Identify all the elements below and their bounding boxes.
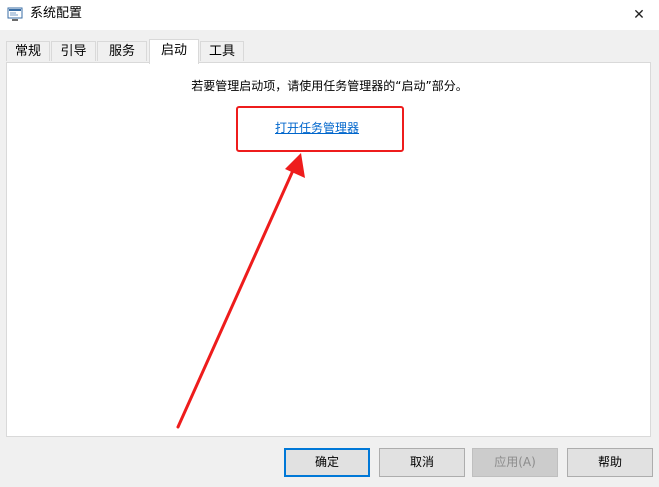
tab-general[interactable]: 常规 (6, 41, 50, 61)
open-task-manager-link[interactable]: 打开任务管理器 (275, 119, 359, 136)
title-bar: 系统配置 ✕ (0, 0, 659, 30)
close-button[interactable]: ✕ (619, 0, 659, 30)
tab-tools[interactable]: 工具 (200, 41, 244, 61)
ok-button[interactable]: 确定 (284, 448, 370, 477)
cancel-button[interactable]: 取消 (379, 448, 465, 477)
startup-tab-panel: 若要管理启动项，请使用任务管理器的“启动”部分。 打开任务管理器 (6, 62, 651, 437)
close-icon: ✕ (633, 7, 645, 23)
help-button[interactable]: 帮助 (567, 448, 653, 477)
msconfig-window-icon (7, 7, 23, 21)
window-title: 系统配置 (30, 6, 83, 21)
tab-startup[interactable]: 启动 (149, 39, 199, 64)
tab-boot[interactable]: 引导 (51, 41, 96, 61)
system-config-window: 系统配置 ✕ 常规 引导 服务 启动 工具 若要管理启动项，请使用任务管理器的“… (0, 0, 659, 487)
apply-button[interactable]: 应用(A) (472, 448, 558, 477)
startup-info-text: 若要管理启动项，请使用任务管理器的“启动”部分。 (191, 79, 468, 93)
tab-services[interactable]: 服务 (97, 41, 147, 61)
